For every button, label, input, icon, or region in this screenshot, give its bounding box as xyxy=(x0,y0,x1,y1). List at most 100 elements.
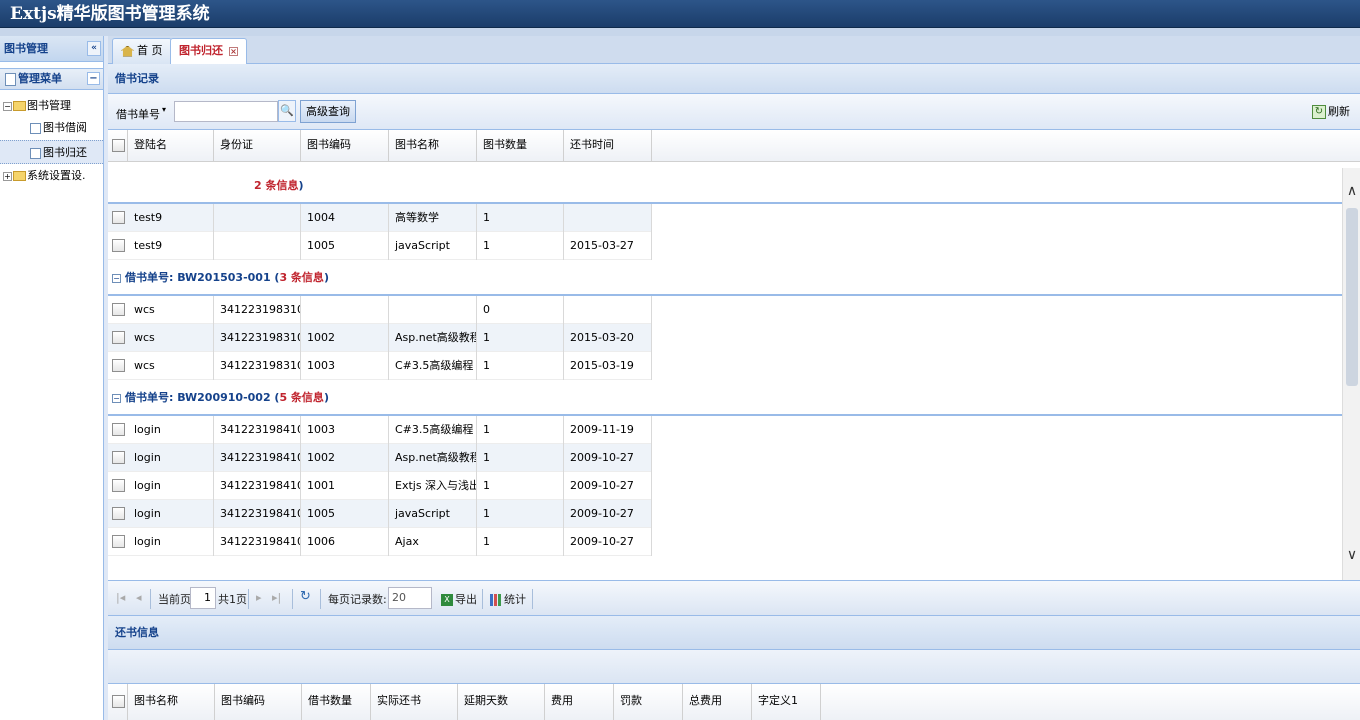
cell-code: 1002 xyxy=(301,324,389,352)
table-row[interactable]: test9 1005 javaScript 1 2015-03-27 xyxy=(108,232,652,260)
tree-node-book-borrow[interactable]: 图书借阅 xyxy=(0,116,103,140)
tab-home[interactable]: 首 页 xyxy=(112,38,172,64)
cell-id: 34122319841028... xyxy=(214,472,301,500)
close-icon[interactable]: × xyxy=(229,46,238,56)
menu-collapse-icon[interactable]: − xyxy=(87,72,100,85)
table-row[interactable]: login 34122319841028... 1005 javaScript … xyxy=(108,500,652,528)
export-button[interactable]: X 导出 xyxy=(441,591,477,607)
cell-return-date xyxy=(564,204,652,232)
row-checkbox[interactable] xyxy=(112,535,125,548)
table-row[interactable]: login 34122319841028... 1001 Extjs 深入与浅出… xyxy=(108,472,652,500)
cell-title: C#3.5高级编程 xyxy=(389,416,477,444)
refresh-button[interactable]: ↻ 刷新 xyxy=(1312,103,1350,119)
column-header[interactable]: 字定义1 xyxy=(752,684,821,720)
tree-toggle-icon[interactable]: + xyxy=(3,171,12,181)
column-header[interactable]: 图书数量 xyxy=(477,130,564,162)
cell-id: 34122319841028... xyxy=(214,500,301,528)
column-header[interactable]: 实际还书 xyxy=(371,684,458,720)
current-page-input[interactable]: 1 xyxy=(190,587,216,609)
group-toggle-icon[interactable]: − xyxy=(112,273,121,283)
last-page-icon[interactable]: ▸| xyxy=(272,591,281,604)
grid-body[interactable]: 2 条信息) test9 1004 高等数学 1 test9 1005 java… xyxy=(108,168,1342,580)
cell-id: 34122319831028... xyxy=(214,296,301,324)
scroll-down-icon[interactable]: ∨ xyxy=(1343,546,1360,564)
column-header[interactable]: 罚款 xyxy=(614,684,683,720)
cell-return-date: 2009-10-27 xyxy=(564,528,652,556)
table-row[interactable]: wcs 34122319831028... 1003 C#3.5高级编程 1 2… xyxy=(108,352,652,380)
collapse-icon[interactable]: « xyxy=(87,41,101,56)
page-size-label: 每页记录数: xyxy=(328,593,387,606)
column-header[interactable]: 图书名称 xyxy=(389,130,477,162)
advanced-search-button[interactable]: 高级查询 xyxy=(300,100,356,123)
tree-node-system-settings[interactable]: + 系统设置设. xyxy=(0,164,103,188)
column-header[interactable]: 借书数量 xyxy=(302,684,371,720)
cell-return-date: 2009-11-19 xyxy=(564,416,652,444)
table-row[interactable]: login 34122319841028... 1003 C#3.5高级编程 1… xyxy=(108,416,652,444)
select-all-checkbox[interactable] xyxy=(108,684,128,720)
refresh-page-icon[interactable]: ↻ xyxy=(300,589,311,604)
tree-node-book-management[interactable]: − 图书管理 xyxy=(0,94,103,118)
tree-node-book-return[interactable]: 图书归还 xyxy=(0,140,103,164)
table-row[interactable]: wcs 34122319831028... 1002 Asp.net高级教程 1… xyxy=(108,324,652,352)
row-checkbox[interactable] xyxy=(112,359,125,372)
cell-login: test9 xyxy=(128,232,214,260)
cell-code: 1005 xyxy=(301,232,389,260)
group-title: 借书单号: BW201503-001 ( xyxy=(125,271,280,284)
group-header[interactable]: 2 条信息) xyxy=(108,168,1342,204)
chevron-down-icon[interactable]: ▾ xyxy=(162,105,166,114)
scroll-up-icon[interactable]: ∧ xyxy=(1343,182,1360,200)
column-header[interactable]: 登陆名 xyxy=(128,130,214,162)
scrollbar-thumb[interactable] xyxy=(1346,208,1358,386)
cell-login: login xyxy=(128,444,214,472)
row-checkbox[interactable] xyxy=(112,211,125,224)
cell-login: wcs xyxy=(128,352,214,380)
group-count: 5 条信息 xyxy=(279,391,324,404)
first-page-icon[interactable]: |◂ xyxy=(116,591,125,604)
table-row[interactable]: wcs 34122319831028... 0 xyxy=(108,296,652,324)
column-header[interactable]: 身份证 xyxy=(214,130,301,162)
group-count: 3 条信息 xyxy=(279,271,324,284)
vertical-scrollbar[interactable]: ∧ ∨ xyxy=(1342,168,1360,580)
column-header[interactable]: 还书时间 xyxy=(564,130,652,162)
filter-label[interactable]: 借书单号 xyxy=(116,106,160,122)
tab-book-return[interactable]: 图书归还 × xyxy=(170,38,247,65)
row-checkbox[interactable] xyxy=(112,507,125,520)
row-checkbox[interactable] xyxy=(112,331,125,344)
group-toggle-icon[interactable]: − xyxy=(112,393,121,403)
statistics-button[interactable]: 统计 xyxy=(490,591,526,607)
page-size-input[interactable]: 20 xyxy=(388,587,432,609)
table-row[interactable]: login 34122319841028... 1006 Ajax 1 2009… xyxy=(108,528,652,556)
group-header[interactable]: − 借书单号: BW200910-002 (5 条信息) xyxy=(108,380,1342,416)
folder-icon xyxy=(13,171,26,181)
row-checkbox[interactable] xyxy=(112,479,125,492)
row-checkbox[interactable] xyxy=(112,239,125,252)
column-header[interactable]: 费用 xyxy=(545,684,614,720)
column-header[interactable]: 图书编码 xyxy=(215,684,302,720)
tree-toggle-icon[interactable]: − xyxy=(3,101,12,111)
cell-return-date: 2015-03-19 xyxy=(564,352,652,380)
cell-qty: 1 xyxy=(477,528,564,556)
tab-label: 首 页 xyxy=(137,44,163,57)
row-checkbox[interactable] xyxy=(112,423,125,436)
statistics-label: 统计 xyxy=(504,593,526,606)
next-page-icon[interactable]: ▸ xyxy=(256,591,262,604)
cell-id: 34122319841028... xyxy=(214,528,301,556)
search-input[interactable] xyxy=(174,101,278,122)
select-all-checkbox[interactable] xyxy=(108,130,128,162)
divider xyxy=(532,589,533,609)
group-suffix: ) xyxy=(323,271,329,284)
search-icon[interactable]: 🔍 xyxy=(278,100,296,122)
column-header[interactable]: 延期天数 xyxy=(458,684,545,720)
prev-page-icon[interactable]: ◂ xyxy=(136,591,142,604)
row-checkbox[interactable] xyxy=(112,451,125,464)
group-header[interactable]: − 借书单号: BW201503-001 (3 条信息) xyxy=(108,260,1342,296)
table-row[interactable]: test9 1004 高等数学 1 xyxy=(108,204,652,232)
tree-node-label: 图书借阅 xyxy=(43,121,87,134)
column-header[interactable]: 图书名称 xyxy=(128,684,215,720)
cell-id xyxy=(214,232,301,260)
row-checkbox[interactable] xyxy=(112,303,125,316)
column-header[interactable]: 图书编码 xyxy=(301,130,389,162)
column-header[interactable]: 总费用 xyxy=(683,684,752,720)
table-row[interactable]: login 34122319841028... 1002 Asp.net高级教程… xyxy=(108,444,652,472)
menu-title: 管理菜单 xyxy=(18,72,62,85)
